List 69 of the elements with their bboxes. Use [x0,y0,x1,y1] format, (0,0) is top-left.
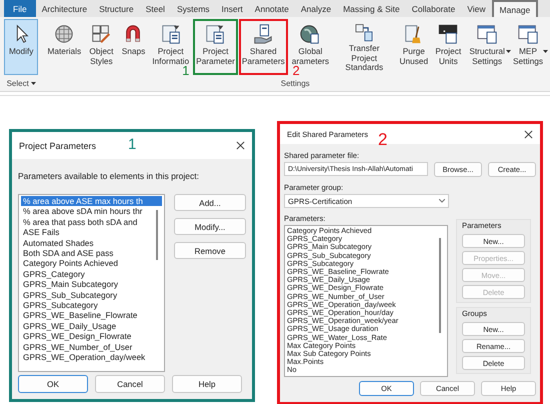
list-item[interactable]: GPRS_Main Subcategory [21,279,162,290]
list-item[interactable]: Both SDA and ASE pass [21,248,162,258]
tool-icon [53,23,76,45]
ribbon-tool[interactable]: Purge Unused [396,19,432,75]
list-item[interactable]: GPRS_Subcategory [21,300,162,310]
close-icon[interactable] [524,130,533,138]
list-item[interactable]: % area that pass both sDA and [21,216,162,228]
ribbon-tab[interactable]: Manage [492,0,538,17]
list-item[interactable]: % area above sDA min hours thr [21,206,162,217]
tool-icon [476,23,498,45]
close-icon[interactable] [236,141,245,150]
dialog-button[interactable]: Add... [174,194,246,211]
list-item[interactable]: GPRS_WE_Baseline_Flowrate [21,310,162,321]
ribbon-tool[interactable]: MEP Settings [510,19,546,75]
list-item[interactable]: GPRS_WE_Number_of_User [21,342,162,352]
tool-icon [299,23,322,45]
ribbon-tool[interactable]: Shared Parameters [238,19,288,75]
window-title: Project Parameters [19,140,96,150]
dialog-button[interactable]: Help [172,375,242,393]
ribbon-tab[interactable]: Analyze [294,0,338,17]
tool-icon [353,23,376,42]
tool-icon [160,23,182,45]
list-item[interactable]: ASE Fails [21,227,162,238]
chevron-icon [439,199,445,203]
scrollbar-thumb[interactable] [439,238,441,333]
dialog-button[interactable]: Modify... [174,218,246,235]
callout-number: 1 [182,64,190,77]
prompt-text: Parameters available to elements in this project: [18,171,200,181]
ribbon-tab[interactable]: Massing & Site [337,0,406,17]
scrollbar-thumb[interactable] [156,210,158,260]
ribbon-tab[interactable]: File [4,0,36,17]
callout-number: 2 [378,130,388,150]
list-item[interactable]: % area above ASE max hours th [21,196,162,206]
ribbon-tab[interactable]: Collaborate [406,0,462,17]
list-item[interactable]: GPRS_Sub_Subcategory [21,290,162,300]
ribbon-tool[interactable]: Structural Settings [465,19,509,75]
list-item[interactable]: GPRS_WE_Daily_Usage [21,320,162,332]
tool-icon [437,23,460,45]
ribbon-tab[interactable]: Steel [140,0,171,17]
list-item[interactable]: Category Points Achieved [21,258,162,269]
dialog-button[interactable]: OK [18,375,88,393]
ribbon-tool[interactable]: Project Units [432,19,464,75]
panel-label: Select [6,79,29,88]
ribbon-tab[interactable]: View [461,0,492,17]
list-item[interactable]: Automated Shades [21,238,162,248]
panel-label: Settings [280,78,310,90]
ribbon-tab[interactable]: Architecture [36,0,94,17]
tool-icon [516,23,539,45]
tool-icon [252,23,274,45]
tool-icon [204,23,226,45]
list-item[interactable]: GPRS_Category [21,268,162,280]
ribbon-tab[interactable]: Annotate [248,0,295,17]
ribbon-tool[interactable]: Modify [4,19,38,75]
ribbon-tab[interactable]: Insert [216,0,249,17]
ribbon-tool[interactable]: Object Styles [85,19,118,75]
tool-icon [90,23,112,45]
callout-number: 2 [292,64,300,77]
ribbon-tool[interactable]: Project Parameter [193,19,238,75]
ribbon-tool[interactable]: Materials [44,19,84,75]
list-item[interactable]: GPRS_WE_Operation_day/week [21,352,162,362]
list-item[interactable]: GPRS_WE_Design_Flowrate [21,331,162,342]
dialog-button[interactable]: Cancel [95,375,165,393]
ribbon-tab[interactable]: Structure [93,0,140,17]
ribbon-tab[interactable]: Systems [170,0,216,17]
caret-icon[interactable] [30,82,36,86]
ribbon-tool[interactable]: Transfer Project Standards [333,19,396,75]
dialog-button[interactable]: Remove [174,242,246,259]
callout-number: 1 [128,136,136,153]
ribbon-tool[interactable]: Snaps [118,19,148,75]
